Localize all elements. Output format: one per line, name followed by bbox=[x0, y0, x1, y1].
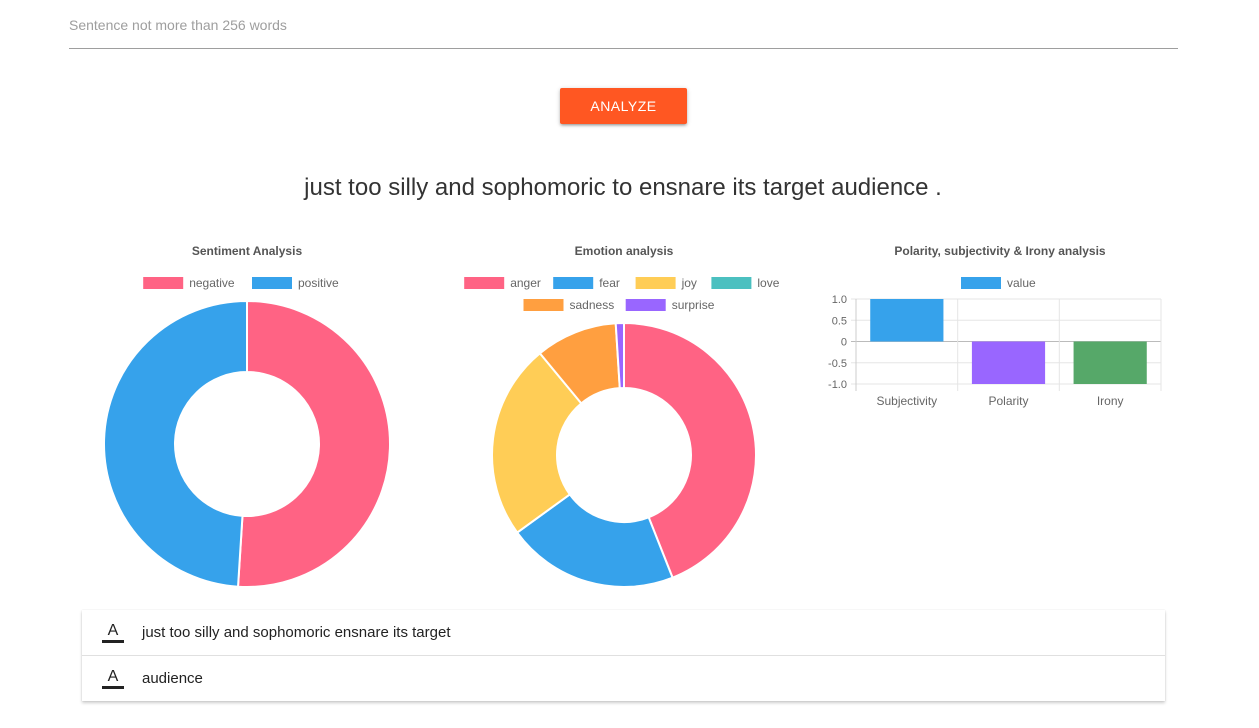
x-tick-label: Subjectivity bbox=[876, 394, 937, 408]
bar-polarity[interactable] bbox=[971, 341, 1046, 385]
icon-underline bbox=[102, 685, 124, 689]
legend-swatch-value[interactable] bbox=[961, 277, 1001, 289]
y-tick-label: 1.0 bbox=[832, 294, 847, 306]
y-tick-label: -0.5 bbox=[828, 358, 847, 370]
chart-title: Polarity, subjectivity & Irony analysis bbox=[894, 244, 1106, 258]
chart-slices bbox=[491, 321, 757, 588]
sentence-input[interactable] bbox=[69, 8, 1178, 42]
slice-negative[interactable] bbox=[236, 299, 391, 588]
sentiment-chart: Sentiment Analysis negative positive bbox=[82, 236, 412, 601]
chart-legend[interactable]: value bbox=[961, 276, 1036, 290]
icon-underline bbox=[102, 639, 124, 643]
bar-irony[interactable] bbox=[1073, 341, 1147, 385]
legend-swatch-joy[interactable] bbox=[635, 277, 676, 289]
legend-label-fear[interactable]: fear bbox=[599, 276, 620, 290]
y-tick-label: 0.5 bbox=[832, 315, 847, 327]
emotion-chart-svg: Emotion analysis anger fear joy love sadness… bbox=[464, 244, 780, 588]
analyze-button[interactable]: ANALYZE bbox=[560, 88, 687, 124]
polarity-chart-svg: Polarity, subjectivity & Irony analysis … bbox=[828, 244, 1162, 408]
legend-swatch-positive[interactable] bbox=[252, 277, 292, 289]
legend-label-anger[interactable]: anger bbox=[510, 276, 541, 290]
polarity-chart: Polarity, subjectivity & Irony analysis … bbox=[818, 236, 1183, 426]
legend-label-value[interactable]: value bbox=[1007, 276, 1036, 290]
chart-legend[interactable]: negative positive bbox=[143, 276, 339, 290]
token-list: A just too silly and sophomoric ensnare … bbox=[82, 610, 1165, 701]
chart-title: Emotion analysis bbox=[575, 244, 674, 258]
legend-swatch-negative[interactable] bbox=[143, 277, 184, 289]
legend-label-joy[interactable]: joy bbox=[681, 276, 697, 290]
legend-swatch-anger[interactable] bbox=[464, 277, 505, 289]
bar-subjectivity[interactable] bbox=[870, 299, 944, 342]
sentence-input-wrapper bbox=[69, 8, 1178, 49]
icon-glyph: A bbox=[107, 667, 119, 685]
token-item[interactable]: A audience bbox=[82, 656, 1165, 701]
legend-label-negative[interactable]: negative bbox=[189, 276, 235, 290]
chart-bars bbox=[870, 299, 1147, 384]
y-tick-label: -1.0 bbox=[828, 379, 847, 391]
sentiment-chart-svg: Sentiment Analysis negative positive bbox=[102, 244, 391, 588]
legend-swatch-surprise[interactable] bbox=[625, 299, 666, 311]
slice-positive[interactable] bbox=[102, 299, 248, 588]
text-format-icon: A bbox=[101, 667, 125, 689]
icon-glyph: A bbox=[107, 621, 119, 639]
token-text: just too silly and sophomoric ensnare it… bbox=[142, 624, 451, 641]
x-tick-label: Polarity bbox=[988, 394, 1028, 408]
legend-swatch-love[interactable] bbox=[711, 277, 752, 289]
chart-legend[interactable]: anger fear joy love sadness surprise bbox=[464, 276, 780, 312]
legend-label-love[interactable]: love bbox=[757, 276, 779, 290]
emotion-chart: Emotion analysis anger fear joy love sadness… bbox=[459, 236, 789, 601]
x-tick-label: Irony bbox=[1097, 394, 1124, 408]
chart-title: Sentiment Analysis bbox=[192, 244, 303, 258]
token-text: audience bbox=[142, 670, 203, 687]
legend-label-positive[interactable]: positive bbox=[298, 276, 339, 290]
legend-swatch-sadness[interactable] bbox=[523, 299, 564, 311]
analyzed-sentence: just too silly and sophomoric to ensnare… bbox=[304, 174, 942, 201]
legend-label-surprise[interactable]: surprise bbox=[672, 298, 715, 312]
legend-label-sadness[interactable]: sadness bbox=[570, 298, 615, 312]
legend-swatch-fear[interactable] bbox=[553, 277, 594, 289]
token-item[interactable]: A just too silly and sophomoric ensnare … bbox=[82, 610, 1165, 656]
chart-slices bbox=[102, 299, 391, 588]
text-format-icon: A bbox=[101, 621, 125, 643]
y-tick-label: 0 bbox=[841, 337, 847, 349]
